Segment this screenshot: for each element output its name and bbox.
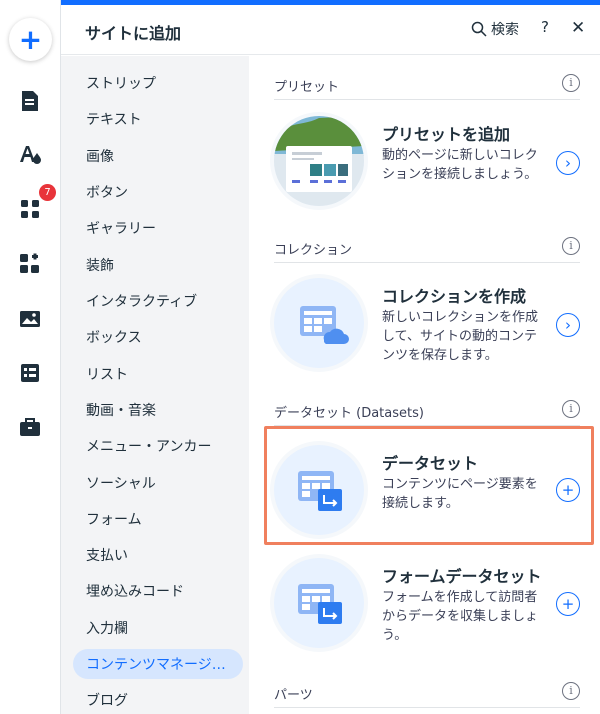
category-item-content-manager[interactable]: コンテンツマネージ… (73, 649, 243, 679)
category-item-decorative[interactable]: 装飾 (73, 250, 243, 280)
portfolio-icon[interactable] (18, 415, 42, 439)
create-collection-card[interactable]: コレクションを作成 新しいコレクションを作成して、サイトの動的コンテンツを保存し… (274, 278, 580, 378)
preset-card[interactable]: プリセットを追加 動的ページに新しいコレクションを接続しましょう。 › (274, 116, 580, 216)
card-description: 動的ページに新しいコレクションを接続しましょう。 (382, 148, 538, 182)
category-item-interactive[interactable]: インタラクティブ (73, 286, 243, 316)
apps-icon[interactable] (18, 197, 42, 221)
business-solutions-icon[interactable] (18, 252, 42, 276)
section-title: コレクション (274, 243, 353, 258)
card-title: フォームデータセット (382, 567, 542, 586)
category-item-video-music[interactable]: 動画・音楽 (73, 395, 243, 425)
form-dataset-card[interactable]: フォームデータセット フォームを作成して訪問者からデータを収集しましょう。 + (274, 558, 580, 658)
info-icon[interactable]: i (562, 237, 580, 255)
category-item-text[interactable]: テキスト (73, 104, 243, 134)
category-item-form[interactable]: フォーム (73, 504, 243, 534)
design-icon[interactable] (18, 143, 42, 167)
preset-thumbnail (274, 116, 364, 206)
category-item-menu-anchor[interactable]: メニュー・アンカー (73, 431, 243, 461)
chevron-right-icon: › (565, 154, 571, 172)
section-header-preset: プリセット i (274, 74, 580, 100)
card-description: 新しいコレクションを作成して、サイトの動的コンテンツを保存します。 (382, 310, 539, 363)
category-item-payments[interactable]: 支払い (73, 540, 243, 570)
category-item-gallery[interactable]: ギャラリー (73, 213, 243, 243)
content-pane: プリセット i プリセットを追加 動的ページに新しいコレクションを接続しましょう… (250, 56, 600, 714)
form-dataset-thumbnail (274, 558, 364, 648)
section-title: プリセット (274, 80, 340, 95)
card-title: コレクションを作成 (382, 287, 527, 306)
panel-title: サイトに追加 (85, 24, 182, 43)
category-item-input[interactable]: 入力欄 (73, 613, 243, 643)
highlight-box (264, 426, 594, 545)
media-icon[interactable] (18, 307, 42, 331)
collection-thumbnail (274, 278, 364, 368)
cms-icon[interactable] (18, 361, 42, 385)
add-form-dataset-button[interactable]: + (556, 592, 580, 616)
left-toolbar: + 7 (0, 0, 61, 714)
plus-icon: + (561, 595, 575, 613)
card-title: プリセットを追加 (382, 125, 511, 144)
help-button[interactable]: ? (541, 18, 549, 36)
category-item-button[interactable]: ボタン (73, 177, 243, 207)
section-title: パーツ (274, 688, 313, 703)
add-elements-button[interactable]: + (9, 18, 52, 61)
section-header-parts: パーツ i (274, 682, 580, 708)
category-item-strip[interactable]: ストリップ (73, 68, 243, 98)
info-icon[interactable]: i (562, 682, 580, 700)
section-header-datasets: データセット (Datasets) i (274, 400, 580, 426)
panel-header: サイトに追加 検索 ? ✕ (61, 5, 600, 55)
category-item-embed-code[interactable]: 埋め込みコード (73, 576, 243, 606)
info-icon[interactable]: i (562, 74, 580, 92)
category-item-list[interactable]: リスト (73, 359, 243, 389)
open-collection-button[interactable]: › (556, 313, 580, 337)
category-item-image[interactable]: 画像 (73, 141, 243, 171)
plus-icon: + (18, 22, 43, 56)
close-button[interactable]: ✕ (571, 18, 585, 38)
open-preset-button[interactable]: › (556, 151, 580, 175)
card-description: フォームを作成して訪問者からデータを収集しましょう。 (382, 590, 539, 643)
pages-icon[interactable] (18, 89, 42, 113)
category-item-blog[interactable]: ブログ (73, 685, 243, 714)
category-list: ストリップ テキスト 画像 ボタン ギャラリー 装飾 インタラクティブ ボックス… (61, 56, 249, 714)
category-item-social[interactable]: ソーシャル (73, 468, 243, 498)
section-header-collection: コレクション i (274, 237, 580, 263)
search-icon (471, 21, 487, 37)
notification-badge: 7 (39, 184, 56, 201)
info-icon[interactable]: i (562, 400, 580, 418)
category-item-box[interactable]: ボックス (73, 322, 243, 352)
search-label: 検索 (491, 22, 519, 38)
search-button[interactable]: 検索 (471, 19, 519, 39)
section-title: データセット (Datasets) (274, 406, 424, 421)
chevron-right-icon: › (565, 316, 571, 334)
